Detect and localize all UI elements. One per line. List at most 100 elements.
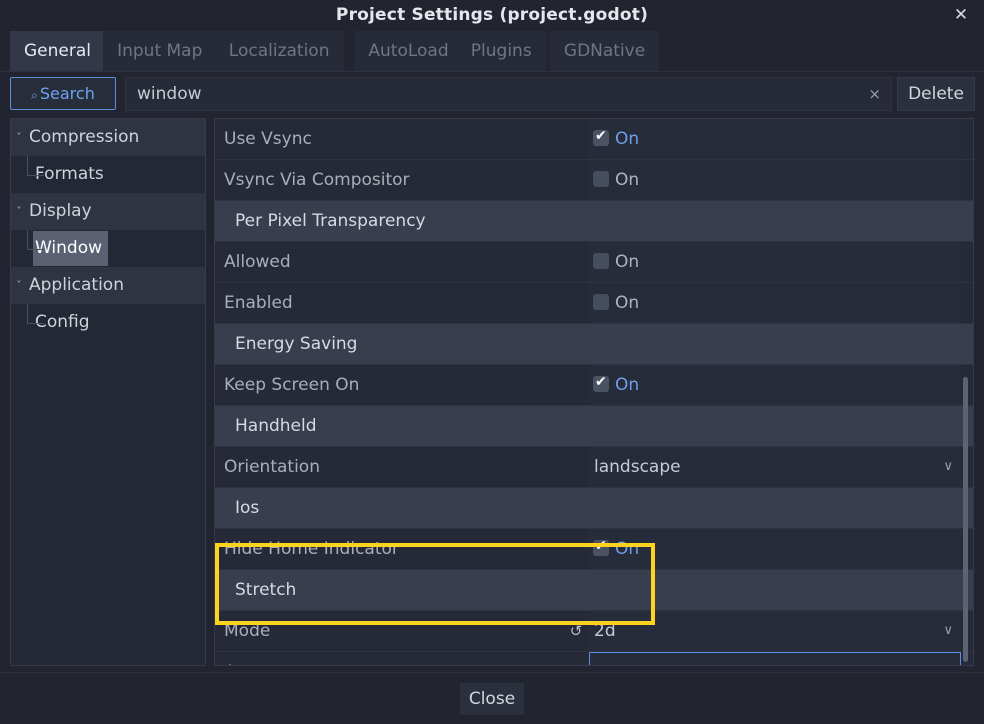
chevron-down-icon[interactable]: ∨: [943, 611, 953, 651]
revert-icon[interactable]: ↺: [567, 652, 585, 665]
property-label: Allowed: [224, 252, 291, 272]
property-section-ios: Ios: [215, 488, 973, 529]
tab-general[interactable]: General: [10, 31, 105, 71]
property-value[interactable]: ✔ On: [589, 365, 961, 405]
title-bar: Project Settings (project.godot) ✕: [0, 0, 984, 30]
property-value[interactable]: ✔ On: [589, 119, 961, 159]
property-label: Vsync Via Compositor: [224, 170, 410, 190]
search-button[interactable]: ⌕ Search: [10, 77, 116, 110]
property-row-aspect[interactable]: Aspect ↺ keep ∨: [215, 652, 973, 665]
property-section-per-pixel-transparency: Per Pixel Transparency: [215, 201, 973, 242]
property-label: Stretch: [235, 580, 297, 600]
search-input-value: window: [137, 84, 202, 104]
check-icon: ✔: [595, 128, 607, 144]
dropdown-value: keep: [595, 653, 636, 665]
tree-item-label: Formats: [35, 163, 104, 184]
dropdown-value: 2d: [594, 621, 616, 641]
settings-category-tree[interactable]: ˇ Compression Formats ˇ Display Window ˇ Applic…: [10, 118, 206, 666]
property-list[interactable]: Use Vsync ✔ On Vsync Via Compositor On Per Pi…: [214, 118, 974, 666]
close-button[interactable]: Close: [460, 683, 524, 715]
property-row-mode[interactable]: Mode ↺ 2d ∨: [215, 611, 973, 652]
search-row: ⌕ Search window × Delete: [0, 74, 984, 114]
property-value[interactable]: keep ∨: [589, 652, 961, 665]
tab-input-map[interactable]: Input Map: [103, 31, 217, 71]
property-row-keep-screen-on[interactable]: Keep Screen On ✔ On: [215, 365, 973, 406]
checkbox[interactable]: ✔: [593, 538, 609, 556]
tree-item-label: Window: [33, 230, 109, 266]
tree-guide-line: [27, 304, 44, 324]
checkbox[interactable]: ✔: [593, 374, 609, 392]
check-icon: ✔: [595, 374, 607, 390]
checkbox[interactable]: [593, 253, 609, 269]
page-title: Project Settings (project.godot): [335, 5, 649, 25]
tree-guide-line: [27, 230, 44, 250]
close-icon[interactable]: ✕: [946, 0, 976, 30]
property-label: Enabled: [224, 293, 293, 313]
tree-item-application[interactable]: ˇ Application: [11, 267, 205, 304]
delete-button[interactable]: Delete: [897, 77, 975, 111]
tab-localization[interactable]: Localization: [214, 31, 344, 71]
chevron-down-icon[interactable]: ˇ: [11, 119, 27, 156]
property-value[interactable]: On: [589, 283, 961, 323]
checkbox[interactable]: [593, 171, 609, 187]
tab-bar: General Input Map Localization AutoLoad Plug…: [0, 31, 984, 72]
search-button-label: Search: [39, 84, 95, 103]
property-row-orientation[interactable]: Orientation landscape ∨: [215, 447, 973, 488]
property-label: Mode: [224, 621, 271, 641]
property-label: Aspect: [224, 652, 282, 665]
property-row-allowed[interactable]: Allowed On: [215, 242, 973, 283]
check-icon: ✔: [595, 538, 607, 554]
checkbox[interactable]: ✔: [593, 128, 609, 146]
checkbox-label: On: [615, 252, 640, 272]
tree-item-formats[interactable]: Formats: [11, 156, 205, 193]
tree-item-compression[interactable]: ˇ Compression: [11, 119, 205, 156]
checkbox[interactable]: [593, 294, 609, 310]
tab-autoload[interactable]: AutoLoad: [354, 31, 463, 71]
chevron-down-icon[interactable]: ˇ: [11, 193, 27, 230]
property-label: Hide Home Indicator: [224, 539, 399, 559]
property-label: Use Vsync: [224, 129, 312, 149]
property-row-vsync-via-compositor[interactable]: Vsync Via Compositor On: [215, 160, 973, 201]
chevron-down-icon[interactable]: ∨: [942, 653, 952, 665]
tree-item-label: Compression: [29, 127, 140, 147]
property-value[interactable]: On: [589, 160, 961, 200]
tab-plugins[interactable]: Plugins: [456, 31, 546, 71]
property-label: Ios: [235, 498, 260, 518]
property-section-energy-saving: Energy Saving: [215, 324, 973, 365]
property-value[interactable]: 2d ∨: [589, 611, 961, 651]
tab-gdnative[interactable]: GDNative: [549, 31, 660, 71]
property-row-use-vsync[interactable]: Use Vsync ✔ On: [215, 119, 973, 160]
tree-item-display[interactable]: ˇ Display: [11, 193, 205, 230]
tree-item-config[interactable]: Config: [11, 304, 205, 341]
tree-guide-line: [27, 156, 44, 176]
checkbox-label: On: [615, 129, 640, 149]
property-section-handheld: Handheld: [215, 406, 973, 447]
checkbox-label: On: [615, 539, 640, 559]
property-row-enabled[interactable]: Enabled On: [215, 283, 973, 324]
checkbox-label: On: [615, 375, 640, 395]
property-row-hide-home-indicator[interactable]: Hide Home Indicator ✔ On: [215, 529, 973, 570]
tree-item-window[interactable]: Window: [11, 230, 205, 267]
checkbox-label: On: [615, 293, 640, 313]
dialog-footer: Close: [0, 672, 984, 724]
property-label: Orientation: [224, 457, 320, 477]
tree-item-label: Display: [29, 201, 92, 221]
dropdown-value: landscape: [594, 457, 681, 477]
search-input[interactable]: window ×: [125, 77, 892, 111]
property-label: Per Pixel Transparency: [235, 211, 426, 231]
property-label: Handheld: [235, 416, 317, 436]
revert-icon[interactable]: ↺: [567, 611, 585, 651]
property-list-scrollbar[interactable]: [963, 377, 968, 662]
property-value[interactable]: ✔ On: [589, 529, 961, 569]
clear-search-icon[interactable]: ×: [868, 78, 881, 110]
checkbox-label: On: [615, 170, 640, 190]
property-value[interactable]: landscape ∨: [589, 447, 961, 487]
property-value[interactable]: On: [589, 242, 961, 282]
property-label: Keep Screen On: [224, 375, 360, 395]
chevron-down-icon[interactable]: ˇ: [11, 267, 27, 304]
property-section-stretch: Stretch: [215, 570, 973, 611]
property-label: Energy Saving: [235, 334, 358, 354]
project-settings-dialog: Project Settings (project.godot) ✕ Gener…: [0, 0, 984, 724]
tree-item-label: Application: [29, 275, 124, 295]
chevron-down-icon[interactable]: ∨: [943, 447, 953, 487]
